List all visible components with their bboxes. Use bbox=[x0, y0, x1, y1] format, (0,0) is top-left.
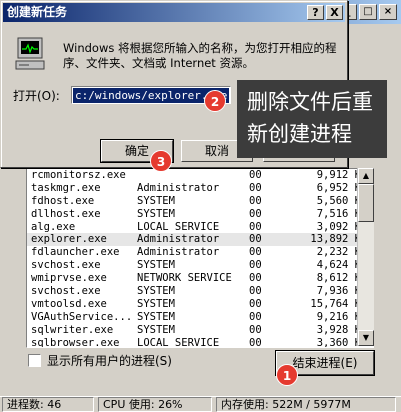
process-name: taskmgr.exe bbox=[31, 181, 101, 194]
process-user: SYSTEM bbox=[137, 297, 175, 310]
process-user: Administrator bbox=[137, 181, 220, 194]
process-memory: 2,232 K bbox=[316, 246, 361, 259]
process-cpu: 00 bbox=[249, 259, 262, 272]
process-name: fdlauncher.exe bbox=[31, 246, 120, 259]
process-cpu: 00 bbox=[249, 336, 262, 348]
process-row[interactable]: dllhost.exe SYSTEM 00 7,516 K bbox=[27, 208, 373, 221]
process-cpu: 00 bbox=[249, 194, 262, 207]
dialog-titlebar: 创建新任务 ? X bbox=[3, 3, 345, 22]
process-user: SYSTEM bbox=[137, 285, 175, 298]
dialog-close-button[interactable]: X bbox=[326, 5, 343, 20]
open-label: 打开(O): bbox=[13, 89, 60, 103]
process-row[interactable]: sqlwriter.exe SYSTEM 00 3,928 K bbox=[27, 324, 373, 337]
step-badge-3: 3 bbox=[150, 150, 172, 172]
process-user: SYSTEM bbox=[137, 323, 175, 336]
process-memory: 3,360 K bbox=[316, 336, 361, 348]
process-row[interactable]: alg.exe LOCAL SERVICE 00 3,092 K bbox=[27, 221, 373, 234]
process-user: Administrator bbox=[137, 233, 220, 246]
scroll-up-icon[interactable]: ▲ bbox=[358, 168, 374, 184]
process-name: vmtoolsd.exe bbox=[31, 297, 107, 310]
process-memory: 9,912 K bbox=[316, 169, 361, 181]
dialog-description: Windows 将根据您所输入的名称，为您打开相应的程序、文件夹、文档或 Int… bbox=[63, 41, 337, 70]
show-all-users-checkbox[interactable] bbox=[28, 354, 41, 367]
maximize-button[interactable]: □ bbox=[359, 4, 377, 20]
process-row[interactable]: fdlauncher.exe Administrator 00 2,232 K bbox=[27, 246, 373, 259]
process-cpu: 00 bbox=[249, 323, 262, 336]
process-row[interactable]: VGAuthService... SYSTEM 00 9,216 K bbox=[27, 311, 373, 324]
status-memory-usage: 内存使用: 522M / 5977M bbox=[216, 397, 396, 412]
process-row[interactable]: wmiprvse.exe NETWORK SERVICE 00 8,612 K bbox=[27, 272, 373, 285]
step-badge-1: 1 bbox=[276, 364, 298, 386]
process-cpu: 00 bbox=[249, 220, 262, 233]
process-memory: 7,516 K bbox=[316, 207, 361, 220]
process-user: LOCAL SERVICE bbox=[137, 220, 220, 233]
process-name: svchost.exe bbox=[31, 259, 101, 272]
annotation-callout: 删除文件后重新创建进程 bbox=[237, 80, 387, 158]
process-memory: 6,952 K bbox=[316, 181, 361, 194]
process-row[interactable]: explorer.exe Administrator 00 13,892 K bbox=[27, 233, 373, 247]
process-name: alg.exe bbox=[31, 220, 76, 233]
process-user: SYSTEM bbox=[137, 194, 175, 207]
show-all-users-row[interactable]: 显示所有用户的进程(S) bbox=[28, 352, 172, 369]
process-row[interactable]: rcmonitorsz.exe 00 9,912 K bbox=[27, 169, 373, 182]
process-memory: 8,612 K bbox=[316, 272, 361, 285]
status-bar: 进程数: 46 CPU 使用: 26% 内存使用: 522M / 5977M bbox=[0, 396, 401, 412]
step-badge-2: 2 bbox=[204, 90, 226, 112]
process-row[interactable]: svchost.exe SYSTEM 00 4,624 K bbox=[27, 259, 373, 272]
computer-icon bbox=[15, 37, 45, 70]
process-cpu: 00 bbox=[249, 181, 262, 194]
process-row[interactable]: taskmgr.exe Administrator 00 6,952 K bbox=[27, 182, 373, 195]
process-user: SYSTEM bbox=[137, 259, 175, 272]
process-memory: 13,892 K bbox=[310, 233, 361, 246]
process-cpu: 00 bbox=[249, 297, 262, 310]
process-cpu: 00 bbox=[249, 207, 262, 220]
process-list-scrollbar[interactable]: ▲ ▼ bbox=[357, 168, 374, 346]
status-cpu-usage: CPU 使用: 26% bbox=[98, 397, 212, 412]
close-button[interactable]: × bbox=[379, 4, 397, 20]
process-row[interactable]: sqlbrowser.exe LOCAL SERVICE 00 3,360 K bbox=[27, 336, 373, 348]
process-name: sqlbrowser.exe bbox=[31, 336, 120, 348]
process-name: svchost.exe bbox=[31, 285, 101, 298]
process-cpu: 00 bbox=[249, 246, 262, 259]
process-user: SYSTEM bbox=[137, 207, 175, 220]
process-cpu: 00 bbox=[249, 233, 262, 246]
process-memory: 3,928 K bbox=[316, 323, 361, 336]
dialog-title: 创建新任务 bbox=[7, 5, 68, 19]
process-name: VGAuthService... bbox=[31, 310, 133, 323]
process-row[interactable]: vmtoolsd.exe SYSTEM 00 15,764 K bbox=[27, 298, 373, 311]
process-cpu: 00 bbox=[249, 310, 262, 323]
process-memory: 7,936 K bbox=[316, 285, 361, 298]
process-user: Administrator bbox=[137, 246, 220, 259]
process-memory: 4,624 K bbox=[316, 259, 361, 272]
process-list[interactable]: rcmonitorsz.exe 00 9,912 K taskmgr.exe Admin… bbox=[26, 168, 374, 348]
process-memory: 5,560 K bbox=[316, 194, 361, 207]
process-memory: 9,216 K bbox=[316, 310, 361, 323]
process-name: wmiprvse.exe bbox=[31, 272, 107, 285]
process-row[interactable]: svchost.exe SYSTEM 00 7,936 K bbox=[27, 285, 373, 298]
process-name: rcmonitorsz.exe bbox=[31, 169, 126, 181]
status-process-count: 进程数: 46 bbox=[2, 397, 94, 412]
process-memory: 15,764 K bbox=[310, 297, 361, 310]
help-button[interactable]: ? bbox=[307, 5, 324, 20]
process-user: NETWORK SERVICE bbox=[137, 272, 232, 285]
process-name: explorer.exe bbox=[31, 233, 107, 246]
process-name: sqlwriter.exe bbox=[31, 323, 114, 336]
process-user: LOCAL SERVICE bbox=[137, 336, 220, 348]
dialog-controls: ? X bbox=[307, 5, 343, 20]
process-cpu: 00 bbox=[249, 169, 262, 181]
process-name: fdhost.exe bbox=[31, 194, 95, 207]
scroll-thumb[interactable] bbox=[358, 184, 374, 222]
process-cpu: 00 bbox=[249, 272, 262, 285]
scroll-down-icon[interactable]: ▼ bbox=[358, 330, 374, 346]
process-user: SYSTEM bbox=[137, 310, 175, 323]
process-cpu: 00 bbox=[249, 285, 262, 298]
process-row[interactable]: fdhost.exe SYSTEM 00 5,560 K bbox=[27, 195, 373, 208]
show-all-users-label: 显示所有用户的进程(S) bbox=[47, 354, 172, 368]
process-memory: 3,092 K bbox=[316, 220, 361, 233]
process-name: dllhost.exe bbox=[31, 207, 101, 220]
